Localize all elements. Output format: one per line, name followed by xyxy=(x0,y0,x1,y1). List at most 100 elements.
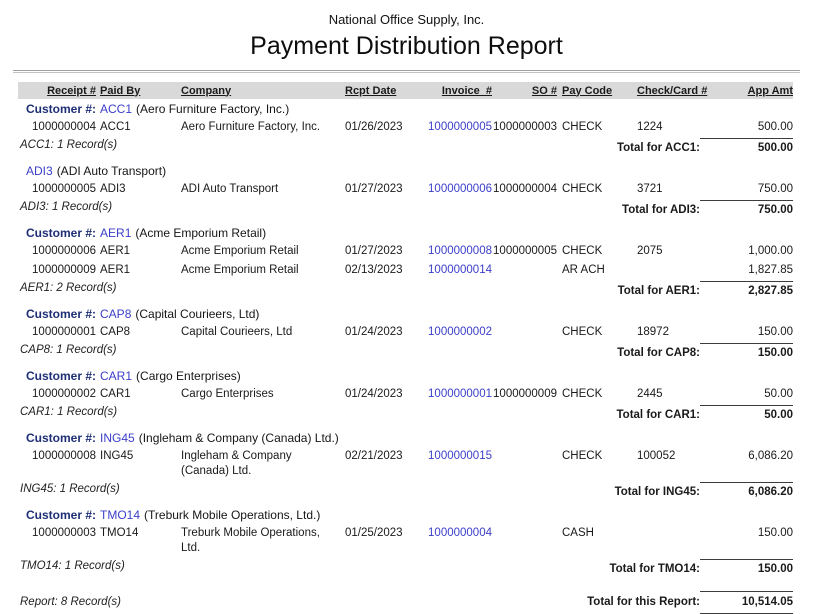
column-header-company: Company xyxy=(178,85,342,97)
customer-group-header: Customer #:AER1(Acme Emporium Retail) xyxy=(18,223,793,242)
cell-so: 1000000004 xyxy=(492,182,557,197)
invoice-link[interactable]: 1000000008 xyxy=(420,244,492,259)
customer-number-label: Customer #: xyxy=(26,508,96,522)
invoice-link[interactable]: 1000000006 xyxy=(420,182,492,197)
cell-receipt: 1000000002 xyxy=(18,387,96,402)
payment-row: 1000000006AER1Acme Emporium Retail01/27/… xyxy=(18,242,793,261)
customer-code-link[interactable]: CAP8 xyxy=(100,307,131,321)
group-total-row: CAP8: 1 Record(s) Total for CAP8: 150.00 xyxy=(18,342,793,361)
customer-code-link[interactable]: ADI3 xyxy=(26,164,53,178)
column-header-so: SO # xyxy=(492,85,557,97)
cell-rcpt_date: 01/26/2023 xyxy=(342,120,420,135)
cell-app_amt: 1,827.85 xyxy=(700,263,793,278)
group-record-count: ADI3: 1 Record(s) xyxy=(18,200,112,215)
cell-paid_by: CAR1 xyxy=(96,387,178,402)
title-divider xyxy=(13,70,800,73)
cell-app_amt: 150.00 xyxy=(700,325,793,340)
invoice-link[interactable]: 1000000001 xyxy=(420,387,492,402)
cell-pay_code: CHECK xyxy=(557,449,630,464)
group-total-label: Total for AER1: xyxy=(618,281,700,299)
group-rows: 1000000001CAP8Capital Courieers, Ltd01/2… xyxy=(18,323,793,342)
payment-distribution-report: National Office Supply, Inc. Payment Dis… xyxy=(0,0,813,614)
customer-name: (Cargo Enterprises) xyxy=(136,369,241,383)
cell-company: Aero Furniture Factory, Inc. xyxy=(178,120,342,135)
payment-row: 1000000003TMO14Treburk Mobile Operations… xyxy=(18,524,793,558)
group-total-row: AER1: 2 Record(s) Total for AER1: 2,827.… xyxy=(18,280,793,299)
group-total-amount: 500.00 xyxy=(700,138,793,156)
cell-company: Acme Emporium Retail xyxy=(178,263,342,278)
customer-code-link[interactable]: TMO14 xyxy=(100,508,140,522)
cell-company: Cargo Enterprises xyxy=(178,387,342,402)
company-name: National Office Supply, Inc. xyxy=(0,12,813,27)
cell-receipt: 1000000008 xyxy=(18,449,96,464)
cell-rcpt_date: 01/25/2023 xyxy=(342,526,420,541)
customer-group: ADI3(ADI Auto Transport) 1000000005ADI3A… xyxy=(18,161,793,218)
cell-company: Ingleham & Company (Canada) Ltd. xyxy=(178,449,342,479)
payment-row: 1000000008ING45Ingleham & Company (Canad… xyxy=(18,447,793,481)
customer-group: Customer #:CAR1(Cargo Enterprises) 10000… xyxy=(18,366,793,423)
customer-group: Customer #:ING45(Ingleham & Company (Can… xyxy=(18,428,793,500)
customer-group: Customer #:TMO14(Treburk Mobile Operatio… xyxy=(18,505,793,577)
cell-app_amt: 750.00 xyxy=(700,182,793,197)
customer-group-header: Customer #:ACC1(Aero Furniture Factory, … xyxy=(18,99,793,118)
invoice-link[interactable]: 1000000005 xyxy=(420,120,492,135)
group-total-row: ACC1: 1 Record(s) Total for ACC1: 500.00 xyxy=(18,137,793,156)
cell-receipt: 1000000006 xyxy=(18,244,96,259)
group-total-row: ING45: 1 Record(s) Total for ING45: 6,08… xyxy=(18,481,793,500)
cell-company: Capital Courieers, Ltd xyxy=(178,325,342,340)
cell-pay_code: CHECK xyxy=(557,387,630,402)
cell-pay_code: CASH xyxy=(557,526,630,541)
customer-code-link[interactable]: AER1 xyxy=(100,226,131,240)
invoice-link[interactable]: 1000000004 xyxy=(420,526,492,541)
group-total-amount: 6,086.20 xyxy=(700,482,793,500)
group-record-count: AER1: 2 Record(s) xyxy=(18,281,117,296)
group-record-count: CAP8: 1 Record(s) xyxy=(18,343,117,358)
customer-number-label: Customer #: xyxy=(26,307,96,321)
cell-pay_code: CHECK xyxy=(557,120,630,135)
report-table: Receipt #Paid ByCompanyRcpt DateInvoice … xyxy=(18,82,793,614)
customer-name: (Acme Emporium Retail) xyxy=(135,226,266,240)
cell-rcpt_date: 01/24/2023 xyxy=(342,387,420,402)
page-title: Payment Distribution Report xyxy=(0,32,813,60)
cell-paid_by: ING45 xyxy=(96,449,178,464)
group-rows: 1000000003TMO14Treburk Mobile Operations… xyxy=(18,524,793,558)
customer-code-link[interactable]: CAR1 xyxy=(100,369,132,383)
invoice-link[interactable]: 1000000015 xyxy=(420,449,492,464)
customer-group-header: ADI3(ADI Auto Transport) xyxy=(18,161,793,180)
cell-rcpt_date: 01/27/2023 xyxy=(342,244,420,259)
report-total-row: Report: 8 Record(s) Total for this Repor… xyxy=(18,591,793,614)
group-total-label: Total for ADI3: xyxy=(622,200,700,218)
customer-code-link[interactable]: ACC1 xyxy=(100,102,132,116)
group-total-label: Total for ACC1: xyxy=(617,138,700,156)
cell-company: Acme Emporium Retail xyxy=(178,244,342,259)
cell-paid_by: ACC1 xyxy=(96,120,178,135)
group-rows: 1000000005ADI3ADI Auto Transport01/27/20… xyxy=(18,180,793,199)
payment-row: 1000000002CAR1Cargo Enterprises01/24/202… xyxy=(18,385,793,404)
cell-so: 1000000009 xyxy=(492,387,557,402)
customer-group-header: Customer #:ING45(Ingleham & Company (Can… xyxy=(18,428,793,447)
table-header-row: Receipt #Paid ByCompanyRcpt DateInvoice … xyxy=(18,82,793,99)
group-total-row: CAR1: 1 Record(s) Total for CAR1: 50.00 xyxy=(18,404,793,423)
cell-paid_by: AER1 xyxy=(96,263,178,278)
cell-receipt: 1000000004 xyxy=(18,120,96,135)
invoice-link[interactable]: 1000000014 xyxy=(420,263,492,278)
cell-check_card: 1224 xyxy=(630,120,700,135)
group-total-amount: 150.00 xyxy=(700,559,793,577)
cell-receipt: 1000000005 xyxy=(18,182,96,197)
report-total-amount: 10,514.05 xyxy=(700,591,793,614)
customer-group: Customer #:ACC1(Aero Furniture Factory, … xyxy=(18,99,793,156)
customer-code-link[interactable]: ING45 xyxy=(100,431,135,445)
customer-group: Customer #:AER1(Acme Emporium Retail) 10… xyxy=(18,223,793,299)
column-header-check_card: Check/Card # xyxy=(630,85,700,97)
report-groups: Customer #:ACC1(Aero Furniture Factory, … xyxy=(18,99,793,577)
cell-paid_by: AER1 xyxy=(96,244,178,259)
cell-company: Treburk Mobile Operations, Ltd. xyxy=(178,526,342,556)
cell-pay_code: CHECK xyxy=(557,244,630,259)
cell-pay_code: AR ACH xyxy=(557,263,630,278)
cell-check_card: 2445 xyxy=(630,387,700,402)
invoice-link[interactable]: 1000000002 xyxy=(420,325,492,340)
group-record-count: ING45: 1 Record(s) xyxy=(18,482,120,497)
group-total-label: Total for ING45: xyxy=(615,482,700,500)
column-header-app_amt: App Amt xyxy=(700,85,793,97)
column-header-invoice: Invoice # xyxy=(420,85,492,97)
